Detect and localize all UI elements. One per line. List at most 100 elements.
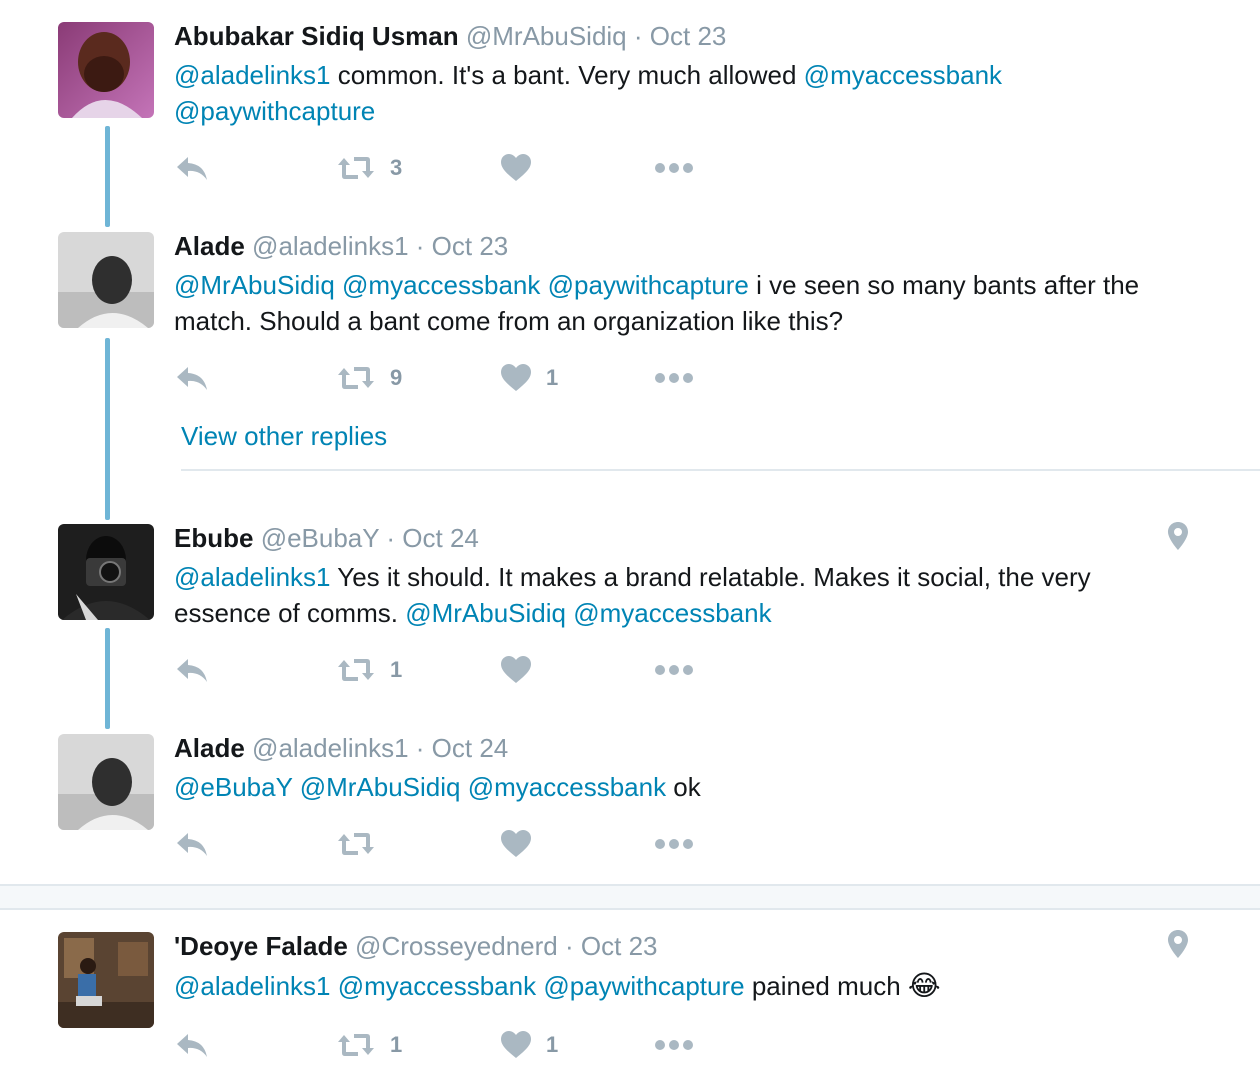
reply-button[interactable] [174,148,210,188]
tweet-actions: 1 1 [174,1025,774,1065]
avatar[interactable] [58,932,154,1028]
user-handle[interactable]: @MrAbuSidiq [466,21,627,51]
avatar[interactable] [58,22,154,118]
reply-button[interactable] [174,650,210,690]
reply-icon [177,157,207,180]
tweet-text: @eBubaY @MrAbuSidiq @myaccessbank ok [174,769,1184,805]
timestamp[interactable]: Oct 23 [581,931,658,961]
reply-button[interactable] [174,824,210,864]
separator: · [415,733,425,763]
mention-link[interactable]: @myaccessbank [573,598,771,628]
view-other-replies-link[interactable]: View other replies [181,419,387,453]
user-handle[interactable]: @aladelinks1 [252,231,408,261]
tweet-header: Abubakar Sidiq Usman @MrAbuSidiq · Oct 2… [174,20,726,52]
more-button[interactable] [654,148,694,188]
like-button[interactable] [500,148,546,188]
retweet-button[interactable]: 1 [336,1025,402,1065]
separator: · [415,231,425,261]
mention-link[interactable]: @myaccessbank [342,270,540,300]
user-name[interactable]: 'Deoye Falade [174,931,348,961]
heart-icon [501,830,531,857]
mention-link[interactable]: @aladelinks1 [174,562,330,592]
thread-line [105,126,110,227]
tweet-text-segment [460,772,467,802]
separator: · [386,523,396,553]
user-handle[interactable]: @aladelinks1 [252,733,408,763]
heart-icon [501,656,531,683]
like-count: 1 [546,365,559,390]
tweet-text-segment [335,270,342,300]
tweet-actions: 1 [174,650,774,690]
tweet-text: @aladelinks1 @myaccessbank @paywithcaptu… [174,968,1184,1004]
like-button[interactable] [500,650,546,690]
more-button[interactable] [654,358,694,398]
timestamp[interactable]: Oct 23 [432,231,509,261]
location-button[interactable] [1166,521,1190,556]
tweet-text-segment [292,772,299,802]
avatar[interactable] [58,734,154,830]
avatar[interactable] [58,524,154,620]
retweet-count: 9 [390,365,403,390]
tweet-header: Alade @aladelinks1 · Oct 24 [174,732,508,764]
reply-icon [177,367,207,390]
mention-link[interactable]: @paywithcapture [174,96,375,126]
timestamp[interactable]: Oct 23 [650,21,727,51]
tweet-text-segment: pained much [744,971,908,1001]
mention-link[interactable]: @myaccessbank [338,971,536,1001]
like-button[interactable]: 1 [500,358,558,398]
tweet-text-segment: ok [666,772,701,802]
more-button[interactable] [654,824,694,864]
retweet-icon [338,1034,374,1056]
retweet-button[interactable]: 1 [336,650,402,690]
mention-link[interactable]: @paywithcapture [548,270,749,300]
mention-link[interactable]: @myaccessbank [468,772,666,802]
mention-link[interactable]: @paywithcapture [543,971,744,1001]
more-dots-icon [655,373,693,383]
mention-link[interactable]: @MrAbuSidiq [405,598,566,628]
retweet-button[interactable] [336,824,390,864]
tweet-actions: 3 [174,148,774,188]
mention-link[interactable]: @myaccessbank [804,60,1002,90]
retweet-icon [338,367,374,389]
thread-line [105,338,110,520]
separator: · [633,21,643,51]
like-count: 1 [546,1032,559,1057]
location-button[interactable] [1166,929,1190,964]
tweet-text: @aladelinks1 common. It's a bant. Very m… [174,57,1154,129]
mention-link[interactable]: @eBubaY [174,772,292,802]
heart-icon [501,154,531,181]
like-button[interactable]: 1 [500,1025,558,1065]
user-name[interactable]: Alade [174,231,245,261]
user-name[interactable]: Abubakar Sidiq Usman [174,21,459,51]
mention-link[interactable]: @MrAbuSidiq [300,772,461,802]
retweet-button[interactable]: 9 [336,358,402,398]
mention-link[interactable]: @aladelinks1 [174,60,330,90]
mention-link[interactable]: @aladelinks1 [174,971,330,1001]
retweet-button[interactable]: 3 [336,148,402,188]
conversation-divider [0,884,1260,910]
thread-line [105,628,110,729]
tweet-actions [174,824,774,864]
tweet-header: Ebube @eBubaY · Oct 24 [174,522,479,554]
retweet-count: 1 [390,657,403,682]
user-handle[interactable]: @Crosseyednerd [355,931,558,961]
separator: · [565,931,574,961]
retweet-icon [338,833,374,855]
avatar[interactable] [58,232,154,328]
tweet-text-segment [330,971,337,1001]
reply-icon [177,833,207,856]
timestamp[interactable]: Oct 24 [402,523,479,553]
tweet-text: @aladelinks1 Yes it should. It makes a b… [174,559,1114,631]
user-handle[interactable]: @eBubaY [261,523,379,553]
more-dots-icon [655,163,693,173]
reply-button[interactable] [174,1025,210,1065]
mention-link[interactable]: @MrAbuSidiq [174,270,335,300]
timestamp[interactable]: Oct 24 [432,733,509,763]
reply-button[interactable] [174,358,210,398]
more-button[interactable] [654,650,694,690]
tweet-text-segment: common. It's a bant. Very much allowed [330,60,804,90]
more-button[interactable] [654,1025,694,1065]
like-button[interactable] [500,824,546,864]
user-name[interactable]: Ebube [174,523,253,553]
user-name[interactable]: Alade [174,733,245,763]
